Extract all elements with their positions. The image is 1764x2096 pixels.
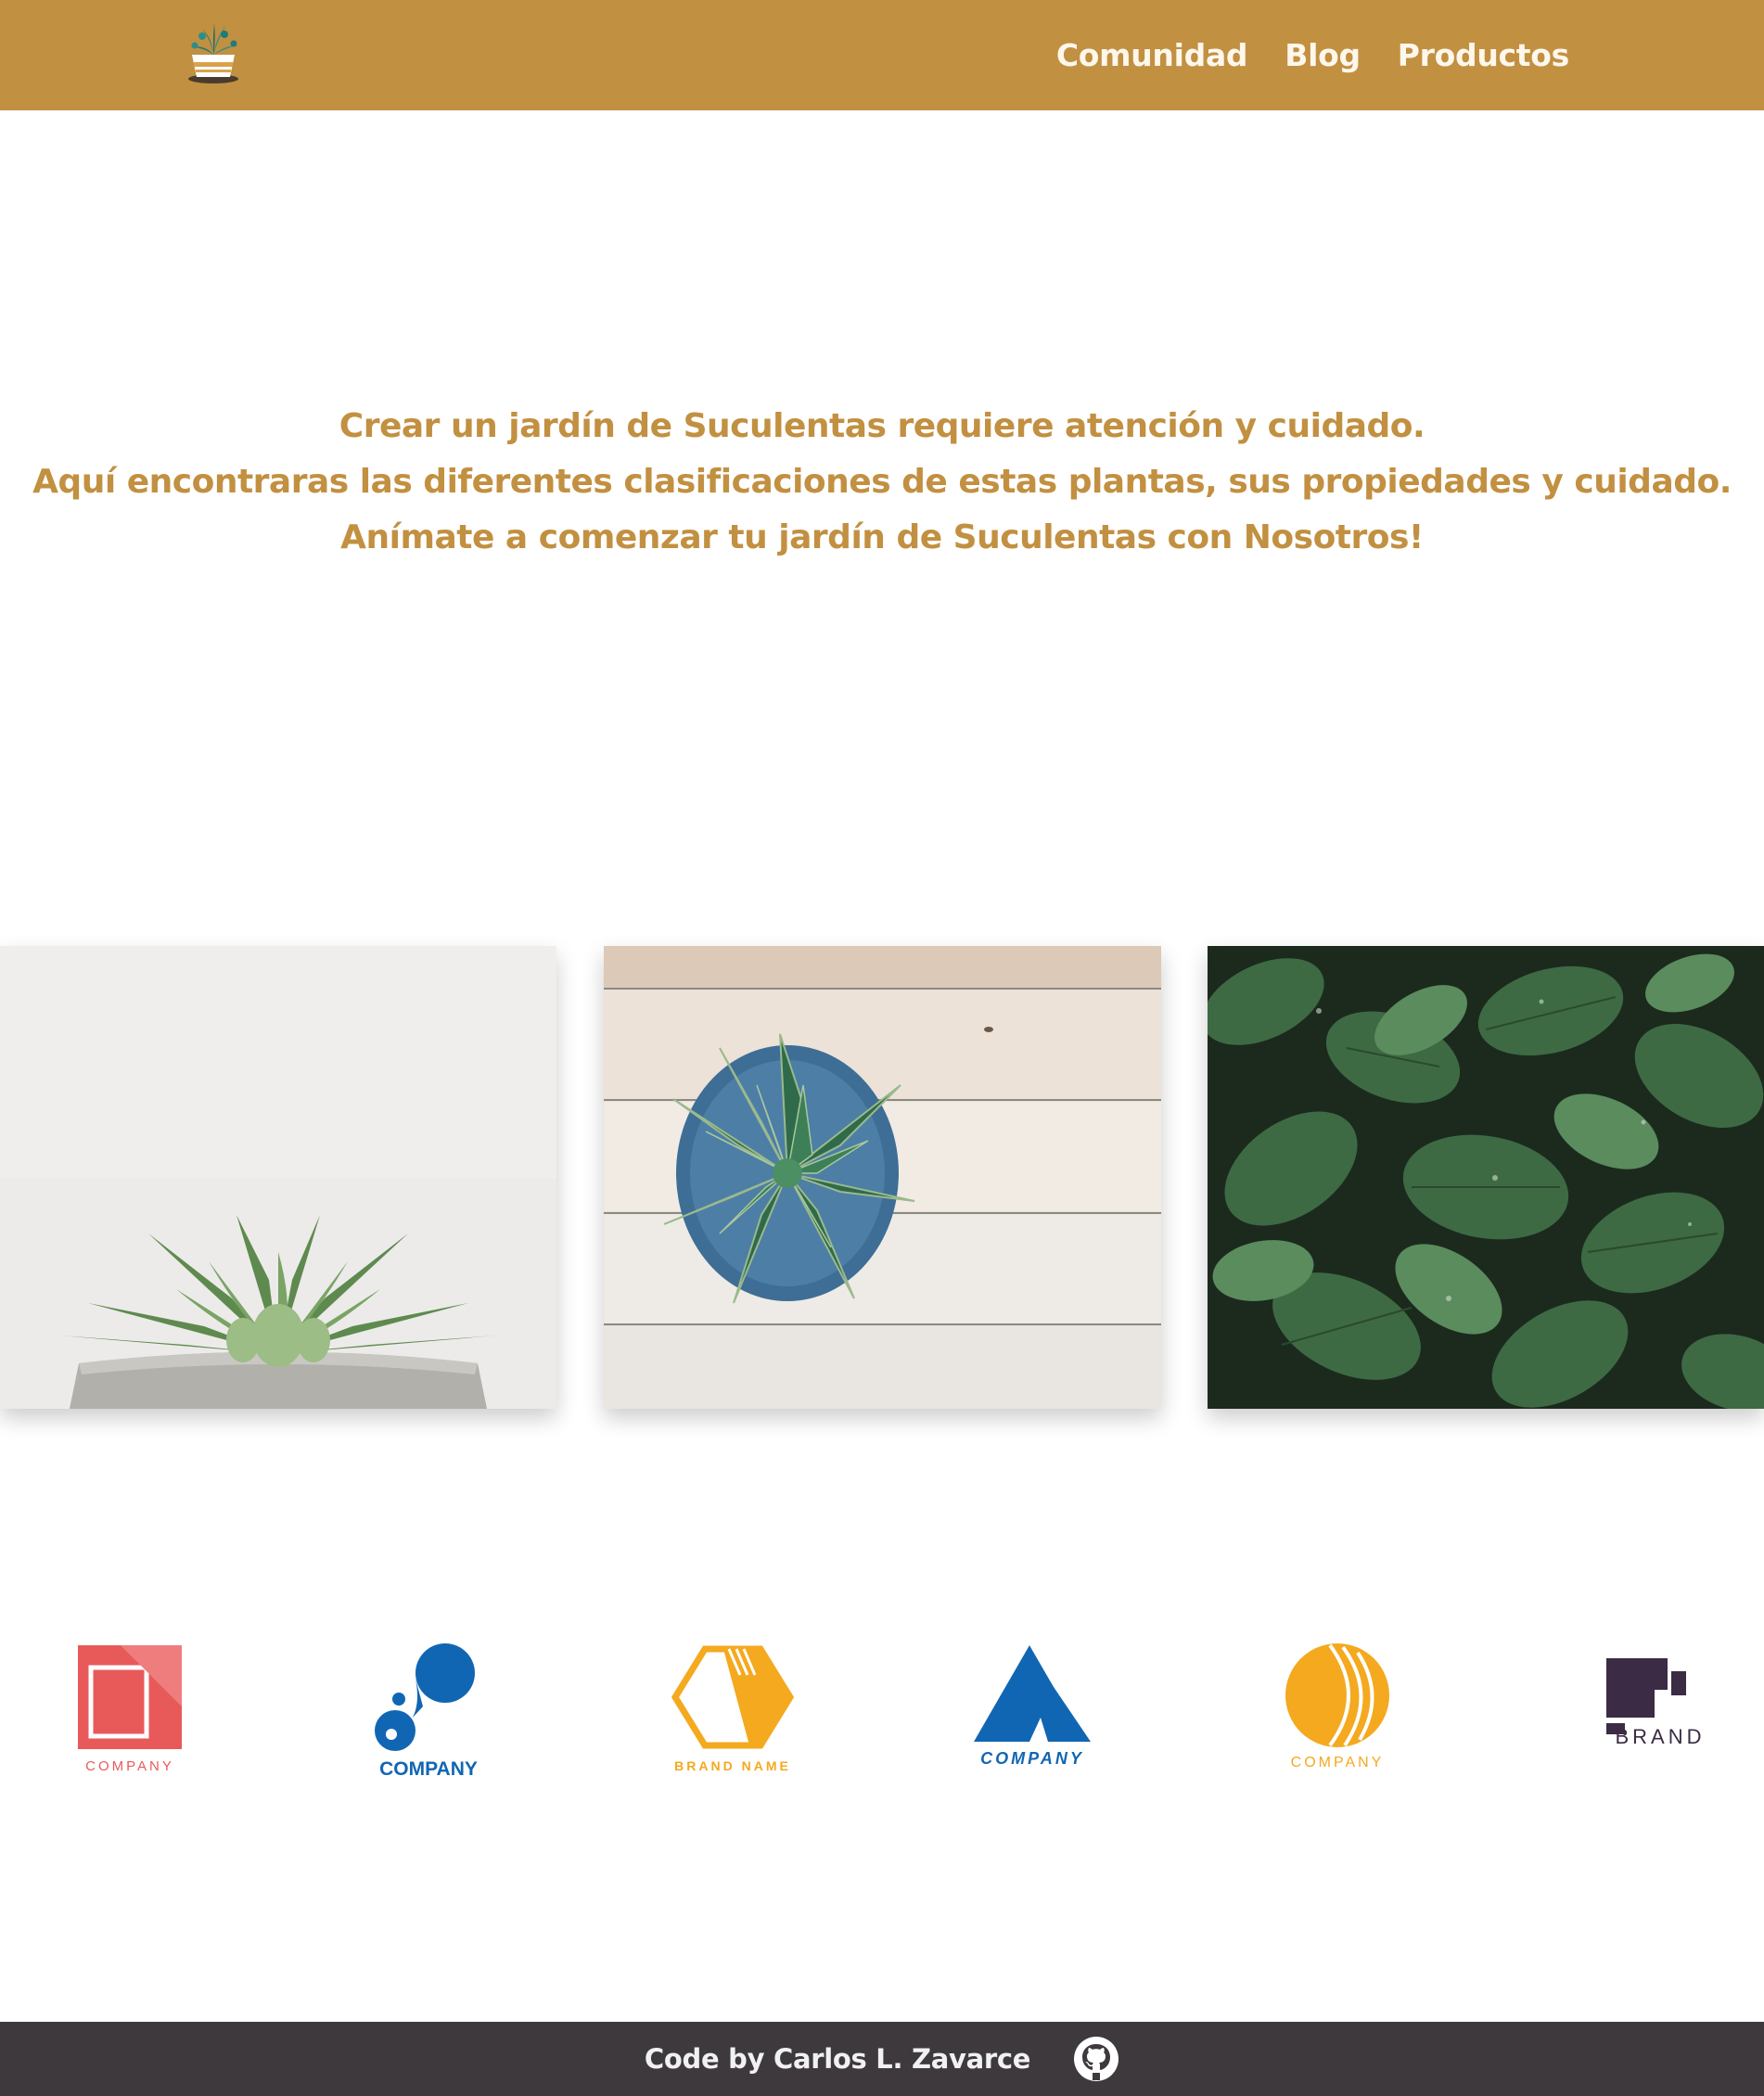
brand-logo-3: BRAND NAME	[668, 1642, 798, 1773]
succulent-topview-photo	[604, 946, 1161, 1409]
brand-logo-5-name: COMPANY	[1290, 1755, 1385, 1770]
green-leaves-photo	[1208, 946, 1764, 1409]
footer-credit: Code by Carlos L. Zavarce	[644, 2043, 1031, 2075]
intro-line-3: Anímate a comenzar tu jardín de Suculent…	[340, 518, 1424, 556]
circle-brand-icon	[1285, 1643, 1389, 1747]
intro-line-2: Aquí encontraras las diferentes clasific…	[32, 463, 1732, 501]
nav-link-productos[interactable]: Productos	[1398, 37, 1570, 73]
square-brand-icon	[78, 1645, 182, 1749]
brand-logo-2-name: COMPANY	[379, 1758, 478, 1780]
succulent-pot-photo	[0, 946, 556, 1409]
brand-logo-1: COMPANY	[72, 1642, 187, 1774]
brand-logo-3-name: BRAND NAME	[674, 1758, 791, 1773]
top-navbar: Comunidad Blog Productos	[0, 0, 1764, 110]
mountain-brand-icon	[974, 1645, 1091, 1742]
brand-logo-1-name: COMPANY	[85, 1758, 174, 1774]
github-icon[interactable]	[1073, 2036, 1119, 2082]
block-brand-icon	[1606, 1658, 1686, 1734]
brand-logo-2: COMPANY	[365, 1642, 492, 1781]
brand-logo-6: BRAND	[1569, 1642, 1718, 1749]
brand-logo-6-name: BRAND	[1615, 1725, 1706, 1748]
succulent-pot-logo-icon[interactable]	[180, 16, 247, 86]
footer: Code by Carlos L. Zavarce	[0, 2022, 1764, 2096]
drop-brand-icon	[375, 1643, 475, 1751]
intro-line-1: Crear un jardín de Suculentas requiere a…	[339, 407, 1425, 445]
brand-logo-5: COMPANY	[1272, 1642, 1402, 1771]
nav-link-comunidad[interactable]: Comunidad	[1056, 37, 1248, 73]
brand-logos-row: COMPANY COMPANY BRAND NAME COMPANY COMPA…	[0, 1642, 1764, 1790]
brand-logo-4: COMPANY	[968, 1642, 1096, 1769]
main-nav: Comunidad Blog Productos	[1056, 0, 1569, 110]
intro-section: Crear un jardín de Suculentas requiere a…	[0, 399, 1764, 566]
hexagon-brand-icon	[671, 1645, 795, 1749]
nav-link-blog[interactable]: Blog	[1285, 37, 1361, 73]
brand-logo-4-name: COMPANY	[980, 1749, 1084, 1768]
